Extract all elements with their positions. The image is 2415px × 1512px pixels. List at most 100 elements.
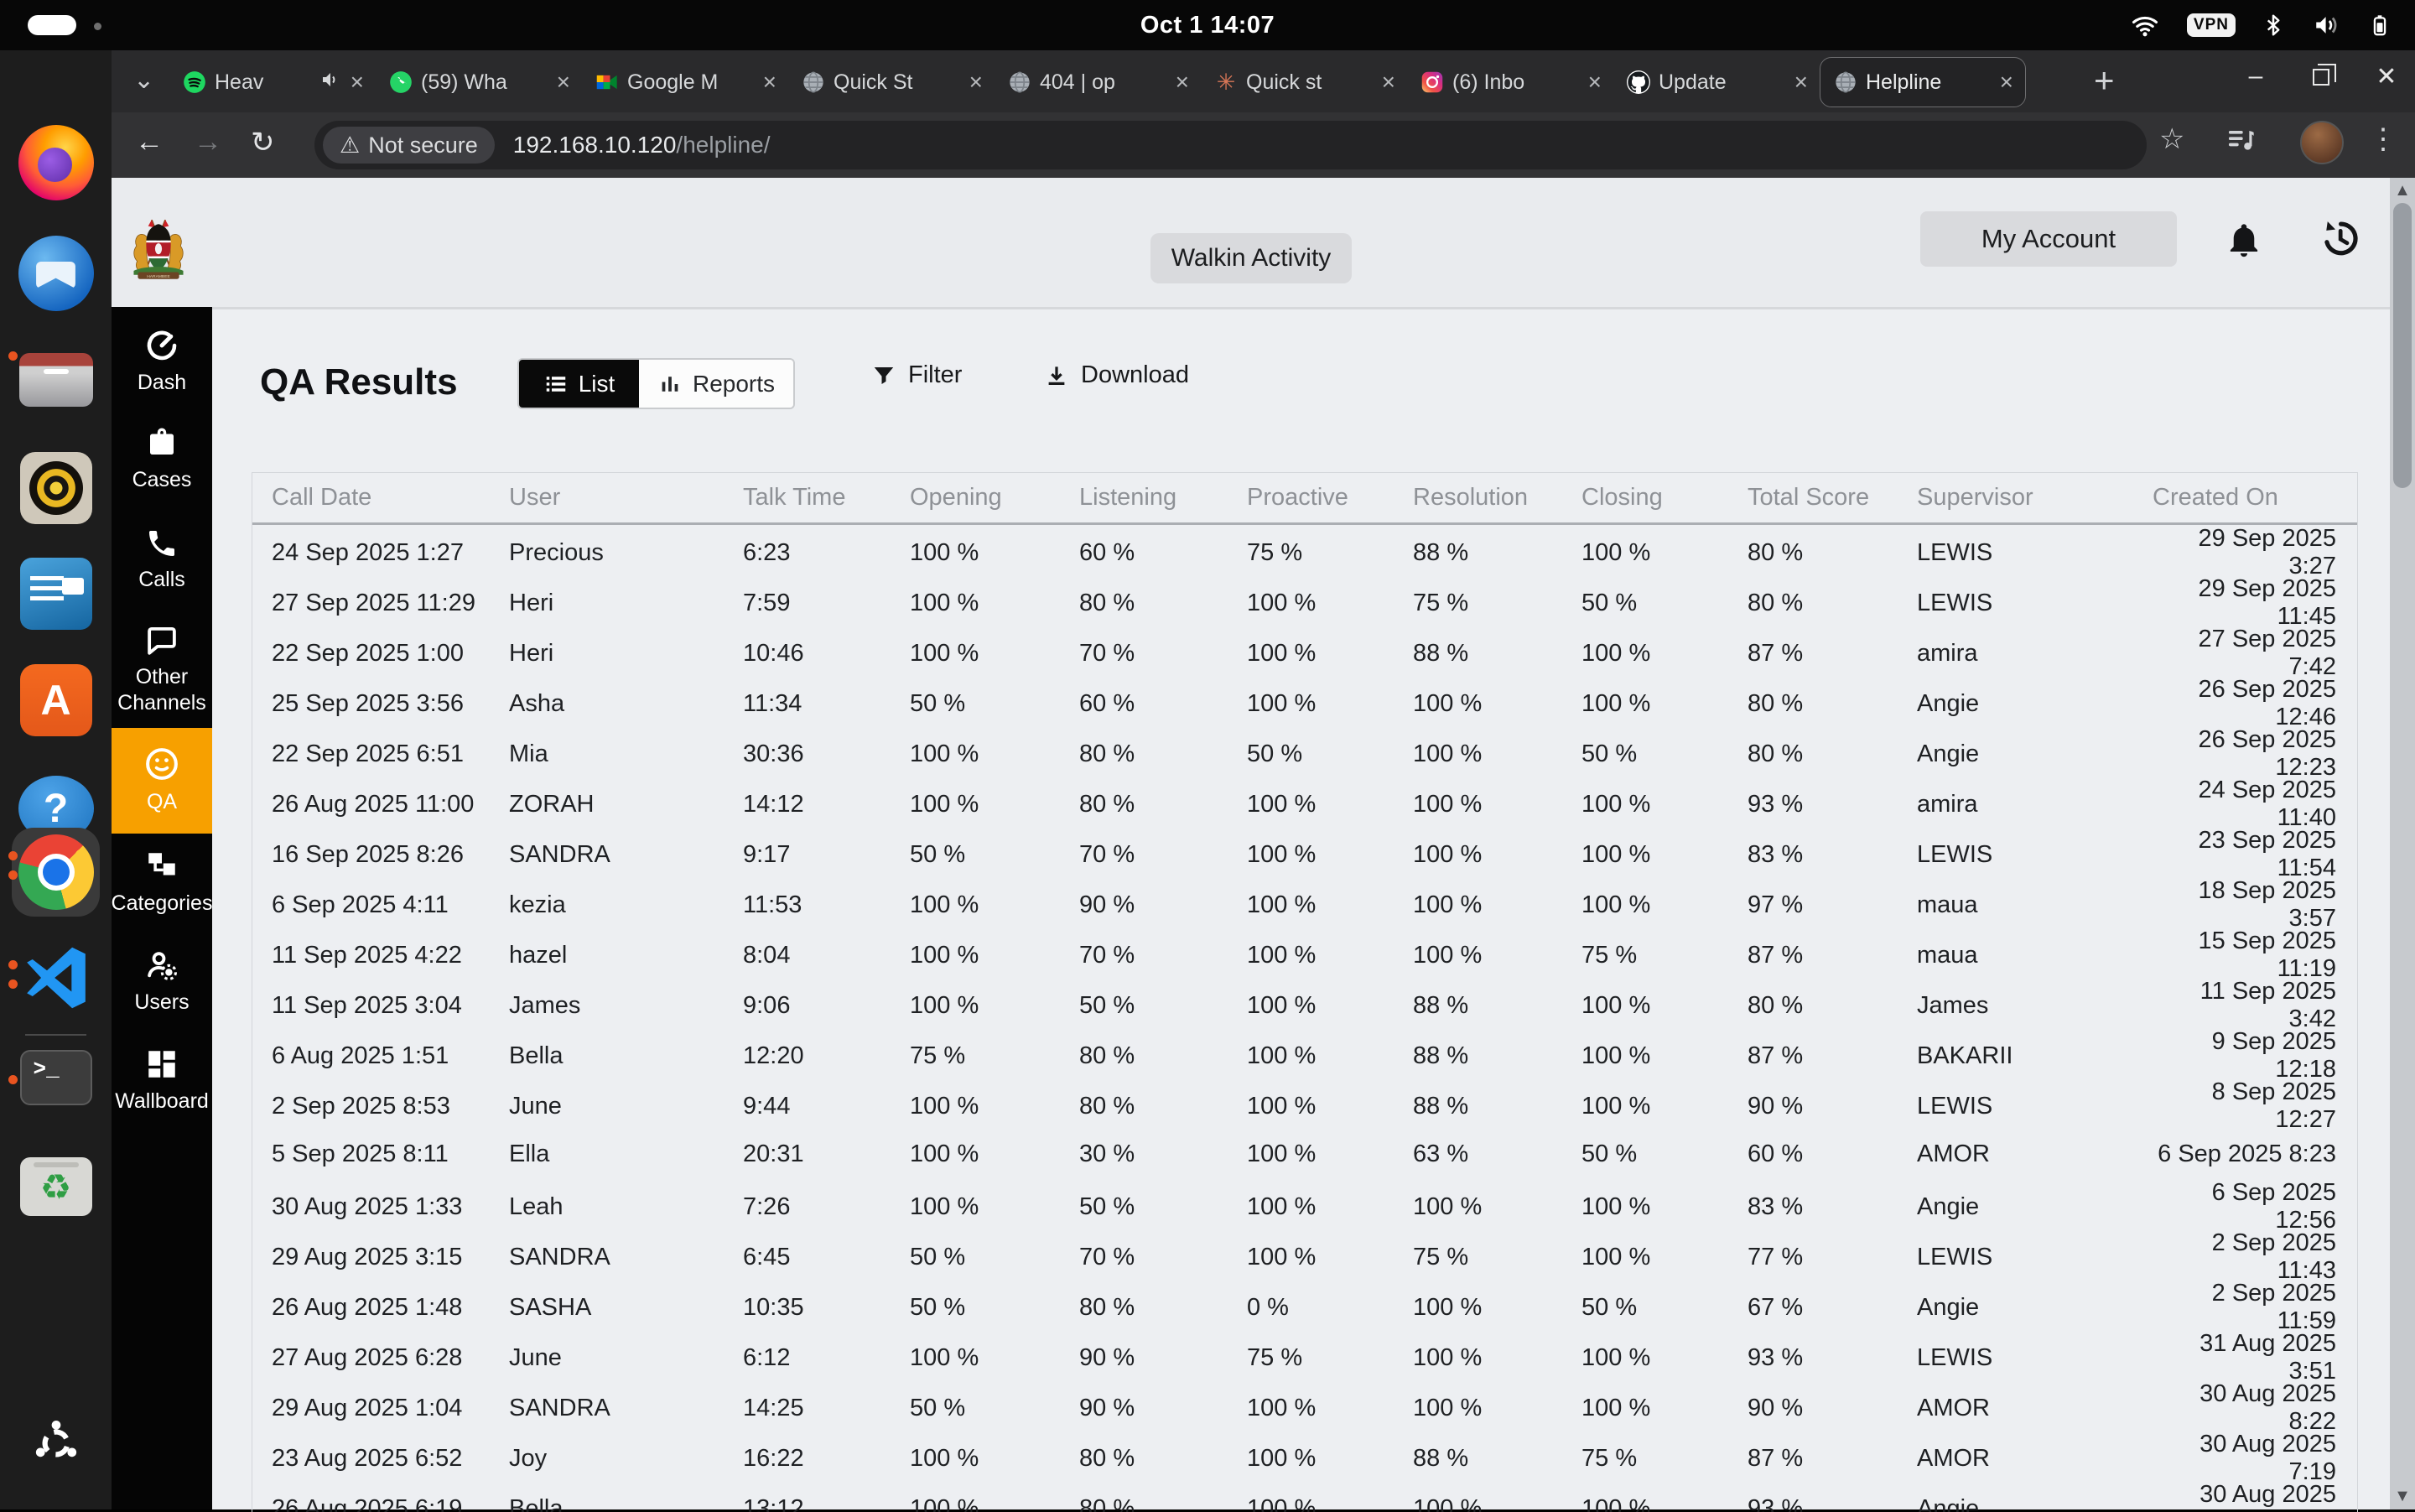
table-row[interactable]: 24 Sep 2025 1:27 Precious 6:23 100 % 60 … bbox=[252, 525, 2357, 575]
close-window-button[interactable]: ✕ bbox=[2367, 62, 2406, 91]
new-tab-button[interactable]: + bbox=[2094, 60, 2115, 101]
restore-button[interactable] bbox=[2302, 62, 2340, 91]
tab-helpline-active[interactable]: Helpline × bbox=[1820, 57, 2026, 107]
table-row[interactable]: 6 Sep 2025 4:11 kezia 11:53 100 % 90 % 1… bbox=[252, 877, 2357, 927]
close-tab-icon[interactable]: × bbox=[1587, 70, 1603, 94]
table-row[interactable]: 27 Aug 2025 6:28 June 6:12 100 % 90 % 75… bbox=[252, 1330, 2357, 1380]
column-header[interactable]: Supervisor bbox=[1917, 484, 2153, 512]
tab-google-meet[interactable]: Google M × bbox=[582, 57, 788, 107]
dock-libreoffice[interactable] bbox=[0, 558, 112, 630]
column-header[interactable]: Call Date bbox=[272, 484, 509, 512]
tab-whatsapp[interactable]: (59) Wha × bbox=[376, 57, 582, 107]
system-tray[interactable]: VPN bbox=[2128, 0, 2392, 50]
table-row[interactable]: 26 Aug 2025 6:19 Bella 13:12 100 % 80 % … bbox=[252, 1481, 2357, 1512]
close-tab-icon[interactable]: × bbox=[1793, 70, 1810, 94]
table-row[interactable]: 22 Sep 2025 6:51 Mia 30:36 100 % 80 % 50… bbox=[252, 726, 2357, 777]
table-row[interactable]: 30 Aug 2025 1:33 Leah 7:26 100 % 50 % 10… bbox=[252, 1179, 2357, 1229]
history-icon[interactable] bbox=[2317, 216, 2360, 264]
table-row[interactable]: 5 Sep 2025 8:11 Ella 20:31 100 % 30 % 10… bbox=[252, 1129, 2357, 1179]
column-header[interactable]: Opening bbox=[910, 484, 1079, 512]
dock-trash[interactable]: ♻ bbox=[0, 1157, 112, 1216]
bookmark-star-icon[interactable]: ☆ bbox=[2159, 122, 2184, 156]
sidebar-item-cases[interactable]: Cases bbox=[112, 409, 212, 510]
page-scrollbar[interactable]: ▲ ▼ bbox=[2390, 178, 2415, 1509]
sidebar-item-categories[interactable]: Categories bbox=[112, 834, 212, 933]
url-text[interactable]: 192.168.10.120/helpline/ bbox=[513, 132, 771, 158]
column-header[interactable]: Talk Time bbox=[743, 484, 910, 512]
dock-terminal[interactable]: >_ bbox=[0, 1050, 112, 1105]
table-row[interactable]: 22 Sep 2025 1:00 Heri 10:46 100 % 70 % 1… bbox=[252, 626, 2357, 676]
dock-vscode[interactable] bbox=[0, 941, 112, 1015]
walkin-activity-button[interactable]: Walkin Activity bbox=[1150, 233, 1352, 283]
notifications-bell-icon[interactable] bbox=[2225, 218, 2263, 266]
address-bar[interactable]: ⚠ Not secure 192.168.10.120/helpline/ bbox=[314, 121, 2147, 169]
tab-spotify[interactable]: Heav × bbox=[169, 57, 376, 107]
table-row[interactable]: 11 Sep 2025 3:04 James 9:06 100 % 50 % 1… bbox=[252, 978, 2357, 1028]
close-tab-icon[interactable]: × bbox=[349, 70, 366, 94]
back-button[interactable]: ← bbox=[135, 126, 164, 158]
workspace-pill[interactable] bbox=[28, 15, 76, 35]
my-account-button[interactable]: My Account bbox=[1920, 211, 2177, 267]
column-header[interactable]: Created On bbox=[2153, 484, 2357, 512]
table-row[interactable]: 26 Aug 2025 1:48 SASHA 10:35 50 % 80 % 0… bbox=[252, 1280, 2357, 1330]
security-chip[interactable]: ⚠ Not secure bbox=[323, 127, 495, 164]
table-row[interactable]: 11 Sep 2025 4:22 hazel 8:04 100 % 70 % 1… bbox=[252, 927, 2357, 978]
sidebar-item-wallboard[interactable]: Wallboard bbox=[112, 1031, 212, 1130]
close-tab-icon[interactable]: × bbox=[1380, 70, 1397, 94]
table-row[interactable]: 23 Aug 2025 6:52 Joy 16:22 100 % 80 % 10… bbox=[252, 1431, 2357, 1481]
sidebar-item-users[interactable]: Users bbox=[112, 933, 212, 1031]
sidebar-item-dash[interactable]: Dash bbox=[112, 315, 212, 409]
tab-instagram[interactable]: (6) Inbo × bbox=[1407, 57, 1613, 107]
workspace-dot[interactable] bbox=[94, 23, 101, 30]
sidebar-item-qa[interactable]: QA bbox=[112, 728, 212, 834]
tab-audio-icon[interactable] bbox=[320, 70, 340, 96]
dock-chrome[interactable] bbox=[0, 834, 112, 910]
table-row[interactable]: 25 Sep 2025 3:56 Asha 11:34 50 % 60 % 10… bbox=[252, 676, 2357, 726]
system-clock[interactable]: Oct 1 14:07 bbox=[1140, 0, 1275, 50]
sidebar-item-other-channels[interactable]: Other Channels bbox=[112, 611, 212, 728]
column-header[interactable]: Listening bbox=[1079, 484, 1247, 512]
column-header[interactable]: Resolution bbox=[1413, 484, 1581, 512]
scroll-down-icon[interactable]: ▼ bbox=[2390, 1487, 2415, 1506]
browser-menu-icon[interactable]: ⋮ bbox=[2369, 122, 2397, 156]
tab-github[interactable]: Update × bbox=[1613, 57, 1820, 107]
dock-firefox[interactable] bbox=[0, 125, 112, 200]
dock-show-apps[interactable] bbox=[0, 1416, 112, 1471]
minimize-button[interactable]: – bbox=[2236, 62, 2275, 91]
download-button[interactable]: Download bbox=[1044, 361, 1189, 389]
filter-button[interactable]: Filter bbox=[871, 361, 962, 389]
close-tab-icon[interactable]: × bbox=[555, 70, 572, 94]
reports-view-button[interactable]: Reports bbox=[639, 360, 793, 408]
tab-404[interactable]: 404 | op × bbox=[995, 57, 1201, 107]
list-view-button[interactable]: List bbox=[519, 360, 639, 408]
close-tab-icon[interactable]: × bbox=[761, 70, 778, 94]
table-row[interactable]: 16 Sep 2025 8:26 SANDRA 9:17 50 % 70 % 1… bbox=[252, 827, 2357, 877]
table-row[interactable]: 29 Aug 2025 3:15 SANDRA 6:45 50 % 70 % 1… bbox=[252, 1229, 2357, 1280]
column-header[interactable]: Proactive bbox=[1247, 484, 1413, 512]
dock-files[interactable] bbox=[0, 353, 112, 407]
profile-avatar[interactable] bbox=[2300, 121, 2344, 164]
close-tab-icon[interactable]: × bbox=[1998, 70, 2015, 94]
column-header[interactable]: Closing bbox=[1581, 484, 1748, 512]
dock-rhythmbox[interactable] bbox=[0, 452, 112, 524]
media-controls-icon[interactable] bbox=[2225, 122, 2258, 164]
close-tab-icon[interactable]: × bbox=[968, 70, 984, 94]
column-header[interactable]: Total Score bbox=[1748, 484, 1917, 512]
table-row[interactable]: 26 Aug 2025 11:00 ZORAH 14:12 100 % 80 %… bbox=[252, 777, 2357, 827]
column-header[interactable]: User bbox=[509, 484, 743, 512]
tab-quick-start-claude[interactable]: ✳ Quick st × bbox=[1201, 57, 1407, 107]
forward-button[interactable]: → bbox=[194, 126, 222, 158]
table-row[interactable]: 6 Aug 2025 1:51 Bella 12:20 75 % 80 % 10… bbox=[252, 1028, 2357, 1078]
scrollbar-thumb[interactable] bbox=[2393, 203, 2412, 488]
sidebar-item-calls[interactable]: Calls bbox=[112, 510, 212, 611]
scroll-up-icon[interactable]: ▲ bbox=[2390, 181, 2415, 200]
close-tab-icon[interactable]: × bbox=[1174, 70, 1191, 94]
table-row[interactable]: 29 Aug 2025 1:04 SANDRA 14:25 50 % 90 % … bbox=[252, 1380, 2357, 1431]
table-row[interactable]: 2 Sep 2025 8:53 June 9:44 100 % 80 % 100… bbox=[252, 1078, 2357, 1129]
table-row[interactable]: 27 Sep 2025 11:29 Heri 7:59 100 % 80 % 1… bbox=[252, 575, 2357, 626]
tab-search-chevron-icon[interactable]: ⌄ bbox=[133, 65, 154, 95]
dock-appcenter[interactable]: A bbox=[0, 664, 112, 736]
dock-thunderbird[interactable] bbox=[0, 236, 112, 311]
reload-button[interactable]: ↻ bbox=[251, 126, 275, 159]
tab-quick-start[interactable]: Quick St × bbox=[788, 57, 995, 107]
